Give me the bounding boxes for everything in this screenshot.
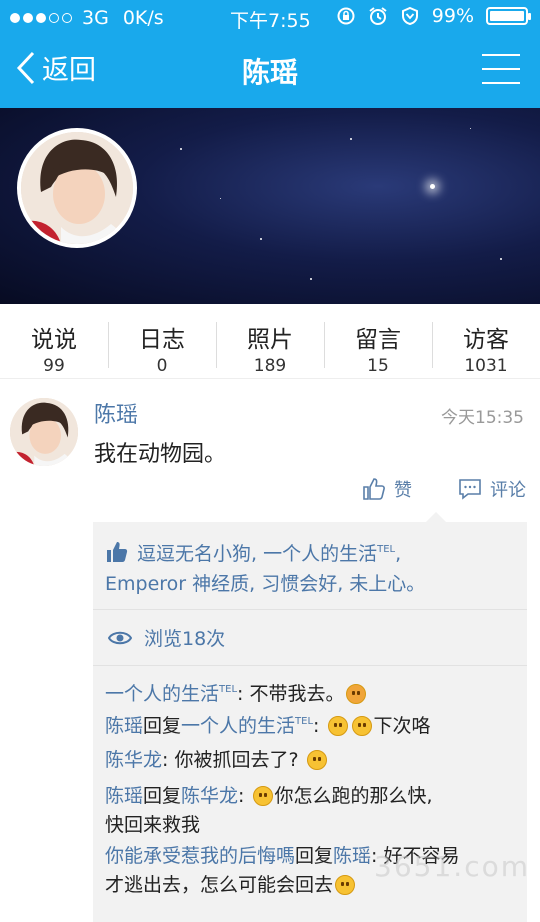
commenter-name[interactable]: 陈瑶 (105, 785, 143, 807)
profile-avatar[interactable] (17, 128, 137, 248)
laugh-emoji-icon (335, 875, 356, 895)
thumbs-up-icon (107, 542, 128, 562)
network-type: 3G (82, 7, 109, 29)
commenter-name[interactable]: 一个人的生活 (105, 683, 219, 705)
sad-emoji-icon (346, 684, 367, 704)
stat-shuoshuo[interactable]: 说说 99 (0, 304, 108, 378)
stat-label: 访客 (463, 327, 509, 353)
star-decoration (310, 278, 312, 280)
reply-word: 回复 (295, 845, 334, 867)
watermark: 3651.com (374, 850, 530, 883)
reply-word: 回复 (143, 715, 182, 737)
signal-strength-icon (10, 13, 72, 23)
reply-target[interactable]: 陈华龙 (181, 785, 238, 807)
stat-value: 99 (43, 356, 65, 376)
stat-label: 照片 (247, 327, 293, 353)
network-speed: 0K/s (122, 7, 164, 29)
navigation-bar: 返回 陈瑶 (0, 34, 540, 108)
star-decoration (350, 138, 352, 140)
page-title: 陈瑶 (241, 56, 298, 89)
avatar-photo (21, 132, 133, 244)
stat-visitors[interactable]: 访客 1031 (432, 304, 540, 378)
comment-item: 陈瑶回复一个人的生活TEL: 下次咯 (105, 707, 523, 741)
stat-value: 0 (156, 356, 168, 376)
reply-target[interactable]: 一个人的生活 (181, 715, 295, 737)
comment-button[interactable]: 评论 (458, 476, 526, 502)
comment-item: 陈瑶回复陈华龙: 你怎么跑的那么快, 快回来救我 (105, 782, 523, 840)
stat-photos[interactable]: 照片 189 (216, 304, 324, 378)
star-decoration (470, 128, 471, 129)
eye-icon (108, 631, 132, 644)
comment-text: : 不带我去。 (237, 683, 345, 705)
like-label: 赞 (394, 480, 412, 501)
likers-separator: , (395, 543, 402, 565)
post-author-name[interactable]: 陈瑶 (94, 397, 138, 429)
surprised-emoji-icon (306, 750, 327, 770)
status-time: 下午7:55 (230, 10, 311, 32)
rotation-lock-icon (337, 7, 355, 25)
stat-value: 189 (253, 356, 287, 376)
alarm-icon (369, 7, 387, 25)
comment-text: 下次咯 (373, 715, 431, 737)
comment-text-cont: 快回来救我 (105, 814, 201, 836)
comment-label: 评论 (490, 480, 526, 501)
likers-line1[interactable]: 逗逗无名小狗, 一个人的生活 (137, 543, 377, 565)
shocked-emoji-icon (252, 786, 273, 806)
stat-label: 日志 (139, 327, 185, 353)
divider (0, 378, 540, 379)
divider (93, 609, 527, 610)
like-button[interactable]: 赞 (362, 476, 412, 502)
reply-separator: : (313, 715, 326, 737)
grin-emoji-icon (327, 716, 348, 736)
likes-list: 逗逗无名小狗, 一个人的生活TEL, Emperor 神经质, 习惯会好, 未上… (105, 535, 525, 599)
reply-target[interactable]: 陈瑶 (333, 845, 371, 867)
thumbs-up-icon (363, 478, 385, 500)
star-decoration (500, 258, 502, 260)
star-decoration (180, 148, 182, 150)
stat-label: 说说 (31, 327, 77, 353)
commenter-name[interactable]: 陈华龙 (105, 749, 162, 771)
reply-separator: : (238, 785, 251, 807)
profile-stats: 说说 99 日志 0 照片 189 留言 15 访客 1031 (0, 304, 540, 378)
stat-value: 1031 (464, 356, 508, 376)
likers-line2[interactable]: Emperor 神经质, 习惯会好, 未上心。 (105, 573, 425, 595)
divider (93, 665, 527, 666)
stat-messages[interactable]: 留言 15 (324, 304, 432, 378)
reply-word: 回复 (143, 785, 182, 807)
shield-icon (401, 6, 418, 26)
star-decoration (430, 184, 435, 189)
view-count: 浏览18次 (108, 624, 225, 651)
top-bar: 3G 0K/s 下午7:55 99% 返回 陈瑶 (0, 0, 540, 108)
post-timestamp: 今天15:35 (441, 408, 524, 428)
comment-box-pointer (426, 512, 446, 522)
stat-blog[interactable]: 日志 0 (108, 304, 216, 378)
star-decoration (260, 238, 262, 240)
view-count-label: 浏览18次 (144, 628, 226, 650)
commenter-name[interactable]: 陈瑶 (105, 715, 143, 737)
comment-text: : 你被抓回去了? (162, 749, 299, 771)
menu-button[interactable] (482, 52, 520, 86)
comment-text: 你怎么跑的那么快, (274, 785, 433, 807)
grin-emoji-icon (351, 716, 372, 736)
battery-percent: 99% (431, 5, 474, 27)
tel-badge: TEL (377, 544, 396, 555)
post-content: 我在动物园。 (94, 442, 227, 467)
tel-badge: TEL (295, 716, 314, 727)
comment-item: 一个人的生活TEL: 不带我去。 (105, 675, 523, 709)
avatar-photo (10, 398, 78, 466)
comment-text-cont: 才逃出去，怎么可能会回去 (105, 874, 334, 896)
tel-badge: TEL (219, 684, 238, 695)
post-author-avatar[interactable] (10, 398, 78, 466)
stat-label: 留言 (355, 327, 401, 353)
status-bar: 3G 0K/s 下午7:55 99% (0, 0, 540, 34)
comment-icon (459, 479, 481, 500)
star-decoration (220, 198, 221, 199)
battery-icon (486, 7, 531, 25)
commenter-name[interactable]: 你能承受惹我的后悔嗎 (105, 845, 295, 867)
stat-value: 15 (367, 356, 389, 376)
comment-item: 陈华龙: 你被抓回去了? (105, 746, 523, 775)
